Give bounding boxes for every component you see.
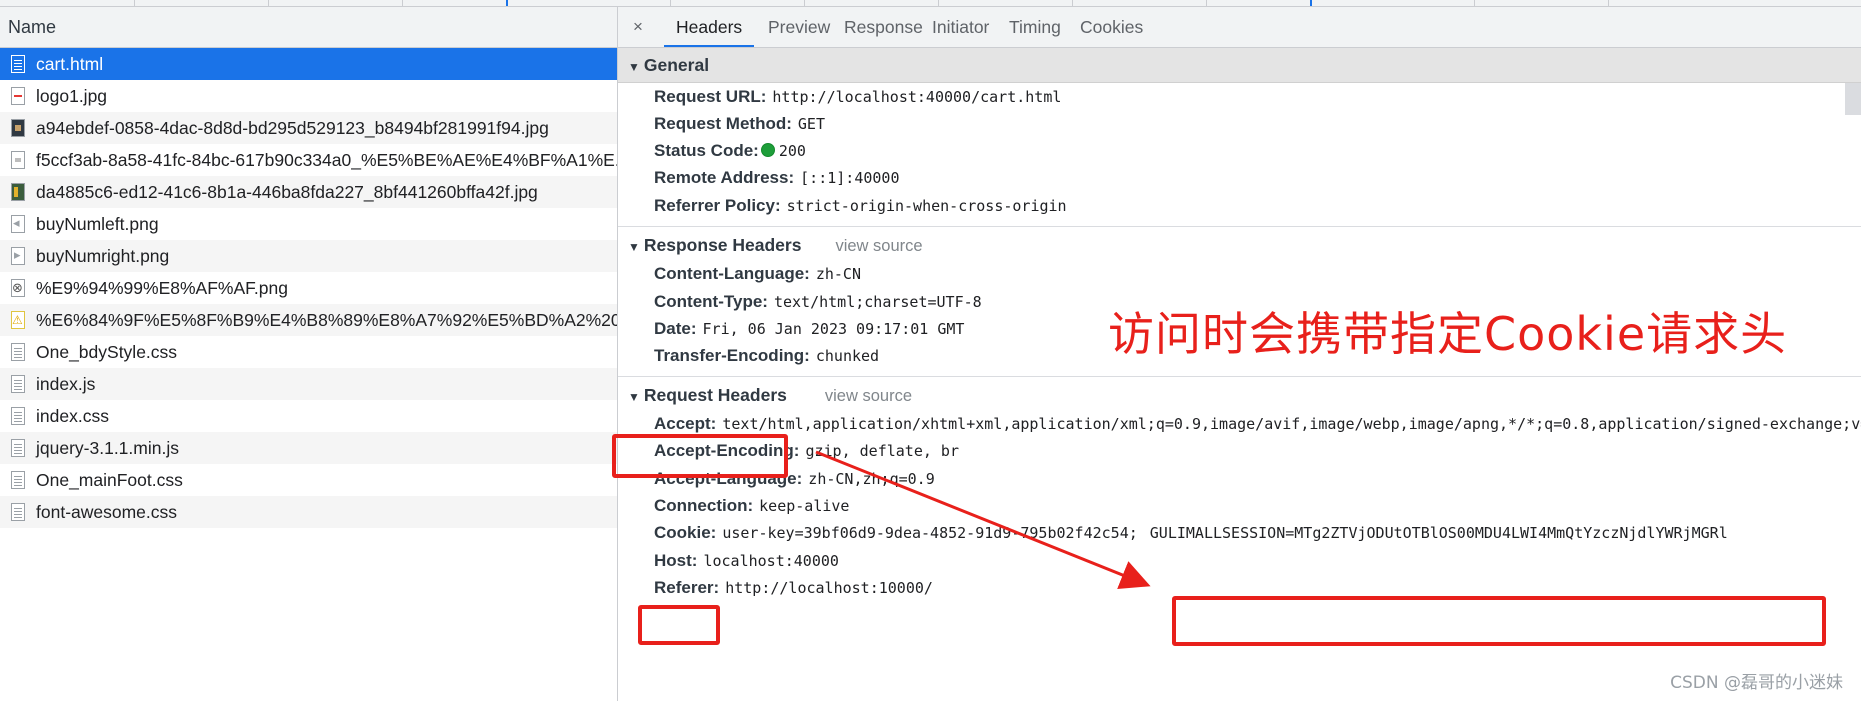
annotation-text: 访问时会携带指定Cookie请求头 [1108, 307, 1788, 361]
arrow-line [815, 450, 1151, 589]
watermark: CSDN @磊哥的小迷妹 [1670, 673, 1843, 693]
